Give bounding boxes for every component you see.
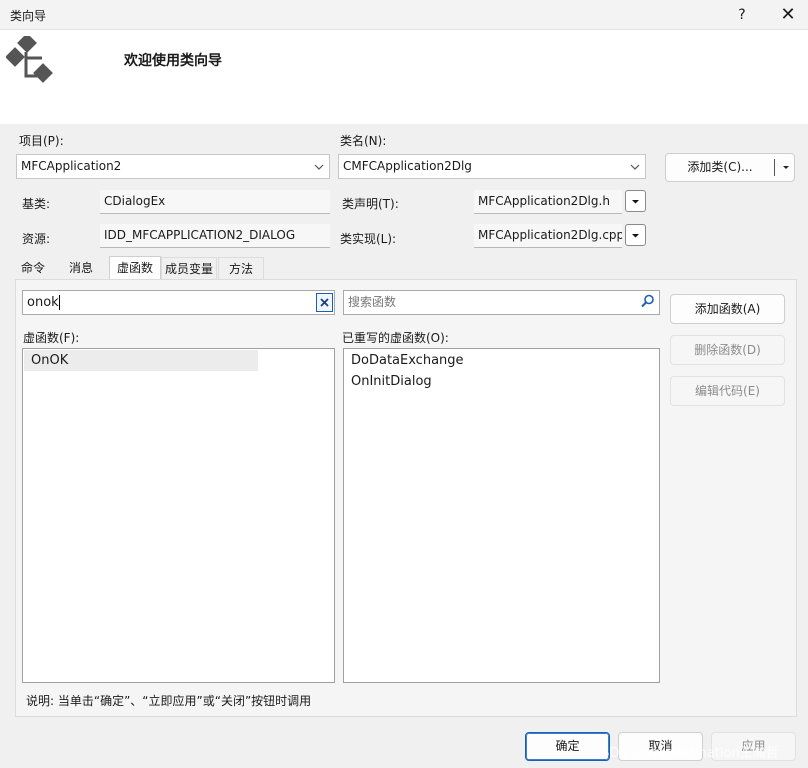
description-text: 说明: 当单击“确定”、“立即应用”或“关闭”按钮时调用 bbox=[26, 694, 312, 708]
search-icon[interactable] bbox=[640, 293, 656, 309]
class-impl-field: MFCApplication2Dlg.cpp bbox=[474, 224, 622, 248]
filter-value: onok bbox=[27, 295, 59, 310]
classname-label: 类名(N): bbox=[340, 134, 387, 148]
list-item[interactable]: DoDataExchange bbox=[344, 350, 659, 371]
title-bar: 类向导 ? ✕ bbox=[0, 0, 808, 30]
overridden-functions-label: 已重写的虚函数(O): bbox=[342, 331, 449, 345]
search-placeholder: 搜索函数 bbox=[348, 295, 397, 309]
dropdown-triangle-icon bbox=[632, 200, 639, 204]
clear-filter-button[interactable] bbox=[316, 293, 333, 312]
chevron-down-icon bbox=[630, 164, 640, 170]
classname-value: CMFCApplication2Dlg bbox=[343, 159, 472, 173]
overridden-functions-list[interactable]: DoDataExchange OnInitDialog bbox=[343, 348, 660, 683]
split-divider bbox=[774, 159, 775, 176]
tab-methods[interactable]: 方法 bbox=[218, 257, 264, 279]
dropdown-triangle-icon bbox=[632, 234, 639, 238]
class-decl-field: MFCApplication2Dlg.h bbox=[474, 190, 622, 214]
base-class-field: CDialogEx bbox=[100, 190, 330, 214]
welcome-banner: 欢迎使用类向导 bbox=[0, 30, 808, 124]
watermark-text: CSDN @Predestination王瀚哲 bbox=[592, 746, 779, 761]
resource-field: IDD_MFCAPPLICATION2_DIALOG bbox=[100, 224, 330, 248]
welcome-text: 欢迎使用类向导 bbox=[124, 53, 222, 69]
text-cursor bbox=[58, 295, 60, 310]
project-combo[interactable]: MFCApplication2 bbox=[16, 154, 330, 179]
tab-messages[interactable]: 消息 bbox=[62, 257, 100, 279]
window-title: 类向导 bbox=[10, 9, 47, 23]
tab-virtual-functions[interactable]: 虚函数 bbox=[109, 256, 161, 280]
list-item[interactable]: OnOK bbox=[24, 350, 258, 371]
classname-combo[interactable]: CMFCApplication2Dlg bbox=[338, 154, 646, 179]
class-wizard-icon bbox=[6, 36, 53, 83]
class-impl-dropdown[interactable] bbox=[625, 224, 646, 246]
class-decl-dropdown[interactable] bbox=[625, 190, 646, 212]
filter-input[interactable]: onok bbox=[22, 290, 335, 315]
class-impl-label: 类实现(L): bbox=[340, 232, 397, 246]
add-class-button[interactable]: 添加类(C)... bbox=[666, 154, 774, 181]
virtual-functions-list[interactable]: OnOK bbox=[22, 348, 335, 683]
chevron-down-icon bbox=[314, 164, 324, 170]
close-icon bbox=[320, 298, 329, 307]
add-class-split-button[interactable]: 添加类(C)... bbox=[665, 153, 795, 182]
list-item[interactable]: OnInitDialog bbox=[344, 371, 659, 392]
resource-label: 资源: bbox=[22, 232, 51, 246]
class-decl-label: 类声明(T): bbox=[342, 197, 399, 211]
edit-code-button[interactable]: 编辑代码(E) bbox=[670, 376, 785, 406]
virtual-functions-label: 虚函数(F): bbox=[23, 331, 80, 345]
base-class-label: 基类: bbox=[22, 197, 51, 211]
tab-member-variables[interactable]: 成员变量 bbox=[161, 257, 217, 279]
help-button[interactable]: ? bbox=[728, 2, 756, 28]
close-button[interactable]: ✕ bbox=[772, 2, 804, 28]
search-input[interactable]: 搜索函数 bbox=[343, 290, 660, 315]
add-function-button[interactable]: 添加函数(A) bbox=[670, 294, 785, 324]
dropdown-triangle-icon[interactable] bbox=[778, 154, 794, 181]
project-label: 项目(P): bbox=[19, 134, 64, 148]
project-value: MFCApplication2 bbox=[21, 159, 122, 173]
delete-function-button[interactable]: 删除函数(D) bbox=[670, 335, 785, 365]
tab-commands[interactable]: 命令 bbox=[14, 257, 52, 279]
